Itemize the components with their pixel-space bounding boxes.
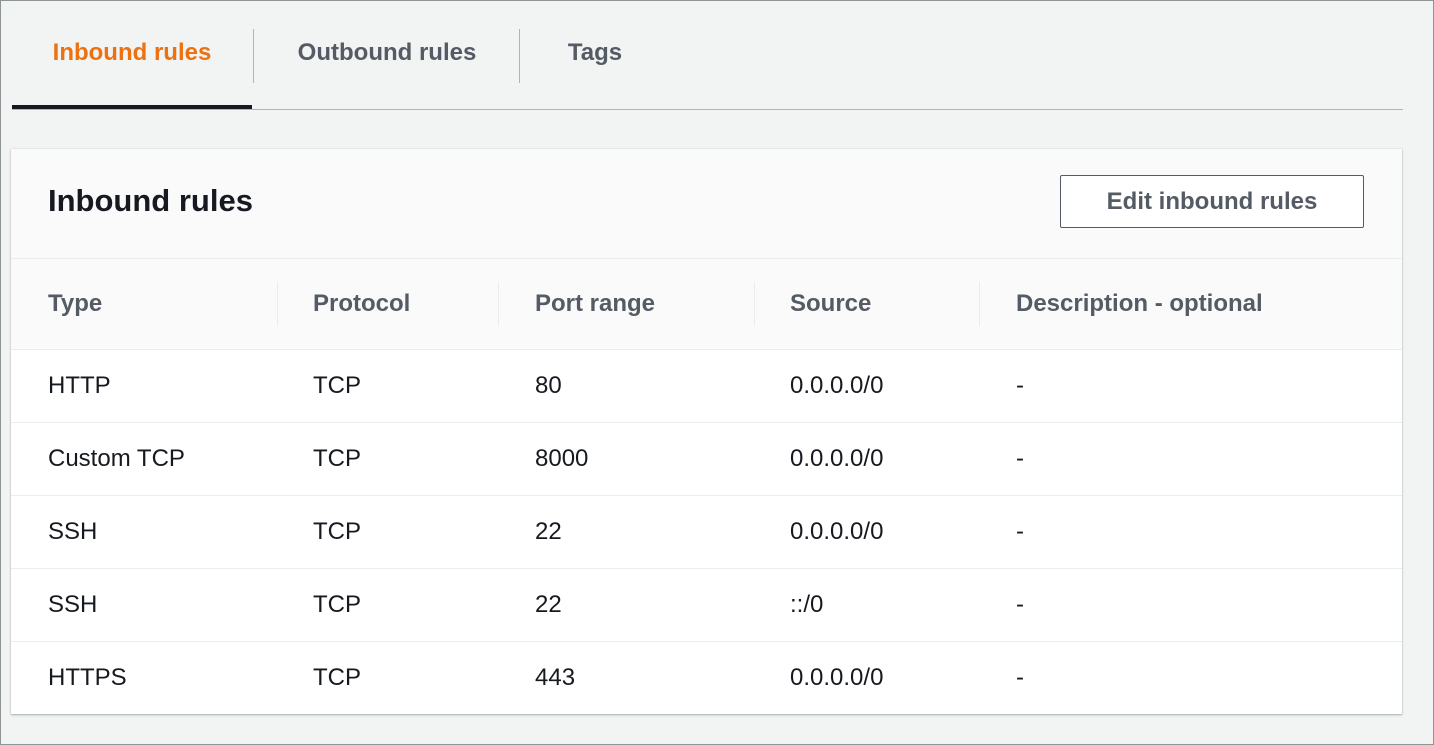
cell-protocol: TCP (313, 445, 361, 472)
cell-source: 0.0.0.0/0 (790, 518, 884, 545)
cell-description: - (1016, 664, 1024, 691)
cell-source: 0.0.0.0/0 (790, 445, 884, 472)
cell-port-range: 22 (535, 591, 562, 618)
tab-inbound-rules[interactable]: Inbound rules (12, 1, 252, 109)
cell-description: - (1016, 372, 1024, 399)
cell-port-range: 80 (535, 372, 562, 399)
table-row: SSH TCP 22 ::/0 - (11, 569, 1402, 642)
inbound-rules-panel: Inbound rules Edit inbound rules Type Pr… (11, 149, 1402, 714)
cell-description: - (1016, 518, 1024, 545)
cell-source: ::/0 (790, 591, 824, 618)
cell-type: SSH (48, 518, 98, 545)
cell-protocol: TCP (313, 664, 361, 691)
column-divider[interactable] (498, 282, 499, 326)
table-body: HTTP TCP 80 0.0.0.0/0 - Custom TCP TCP 8… (11, 350, 1402, 714)
table-row: Custom TCP TCP 8000 0.0.0.0/0 - (11, 423, 1402, 496)
cell-description: - (1016, 591, 1024, 618)
cell-type: SSH (48, 591, 98, 618)
tab-outbound-rules[interactable]: Outbound rules (254, 1, 520, 109)
column-header-description[interactable]: Description - optional (1016, 259, 1263, 349)
tab-tags[interactable]: Tags (520, 1, 670, 109)
table-header: Type Protocol Port range Source Descript… (11, 259, 1402, 350)
cell-port-range: 8000 (535, 445, 589, 472)
panel-title: Inbound rules (48, 183, 253, 218)
table-row: HTTP TCP 80 0.0.0.0/0 - (11, 350, 1402, 423)
column-header-protocol[interactable]: Protocol (313, 259, 410, 349)
column-divider[interactable] (277, 282, 278, 326)
cell-port-range: 443 (535, 664, 576, 691)
cell-protocol: TCP (313, 372, 361, 399)
cell-type: Custom TCP (48, 445, 185, 472)
cell-source: 0.0.0.0/0 (790, 664, 884, 691)
cell-protocol: TCP (313, 591, 361, 618)
edit-inbound-rules-button[interactable]: Edit inbound rules (1060, 175, 1364, 228)
cell-type: HTTP (48, 372, 111, 399)
tab-bar: Inbound rules Outbound rules Tags (12, 1, 1403, 110)
column-divider[interactable] (754, 282, 755, 326)
column-header-port-range[interactable]: Port range (535, 259, 655, 349)
cell-description: - (1016, 445, 1024, 472)
table-row: SSH TCP 22 0.0.0.0/0 - (11, 496, 1402, 569)
column-divider[interactable] (979, 282, 980, 326)
table-row: HTTPS TCP 443 0.0.0.0/0 - (11, 642, 1402, 714)
cell-type: HTTPS (48, 664, 127, 691)
cell-protocol: TCP (313, 518, 361, 545)
cell-port-range: 22 (535, 518, 562, 545)
cell-source: 0.0.0.0/0 (790, 372, 884, 399)
panel-header: Inbound rules Edit inbound rules (11, 149, 1402, 259)
column-header-type[interactable]: Type (48, 259, 102, 349)
column-header-source[interactable]: Source (790, 259, 871, 349)
